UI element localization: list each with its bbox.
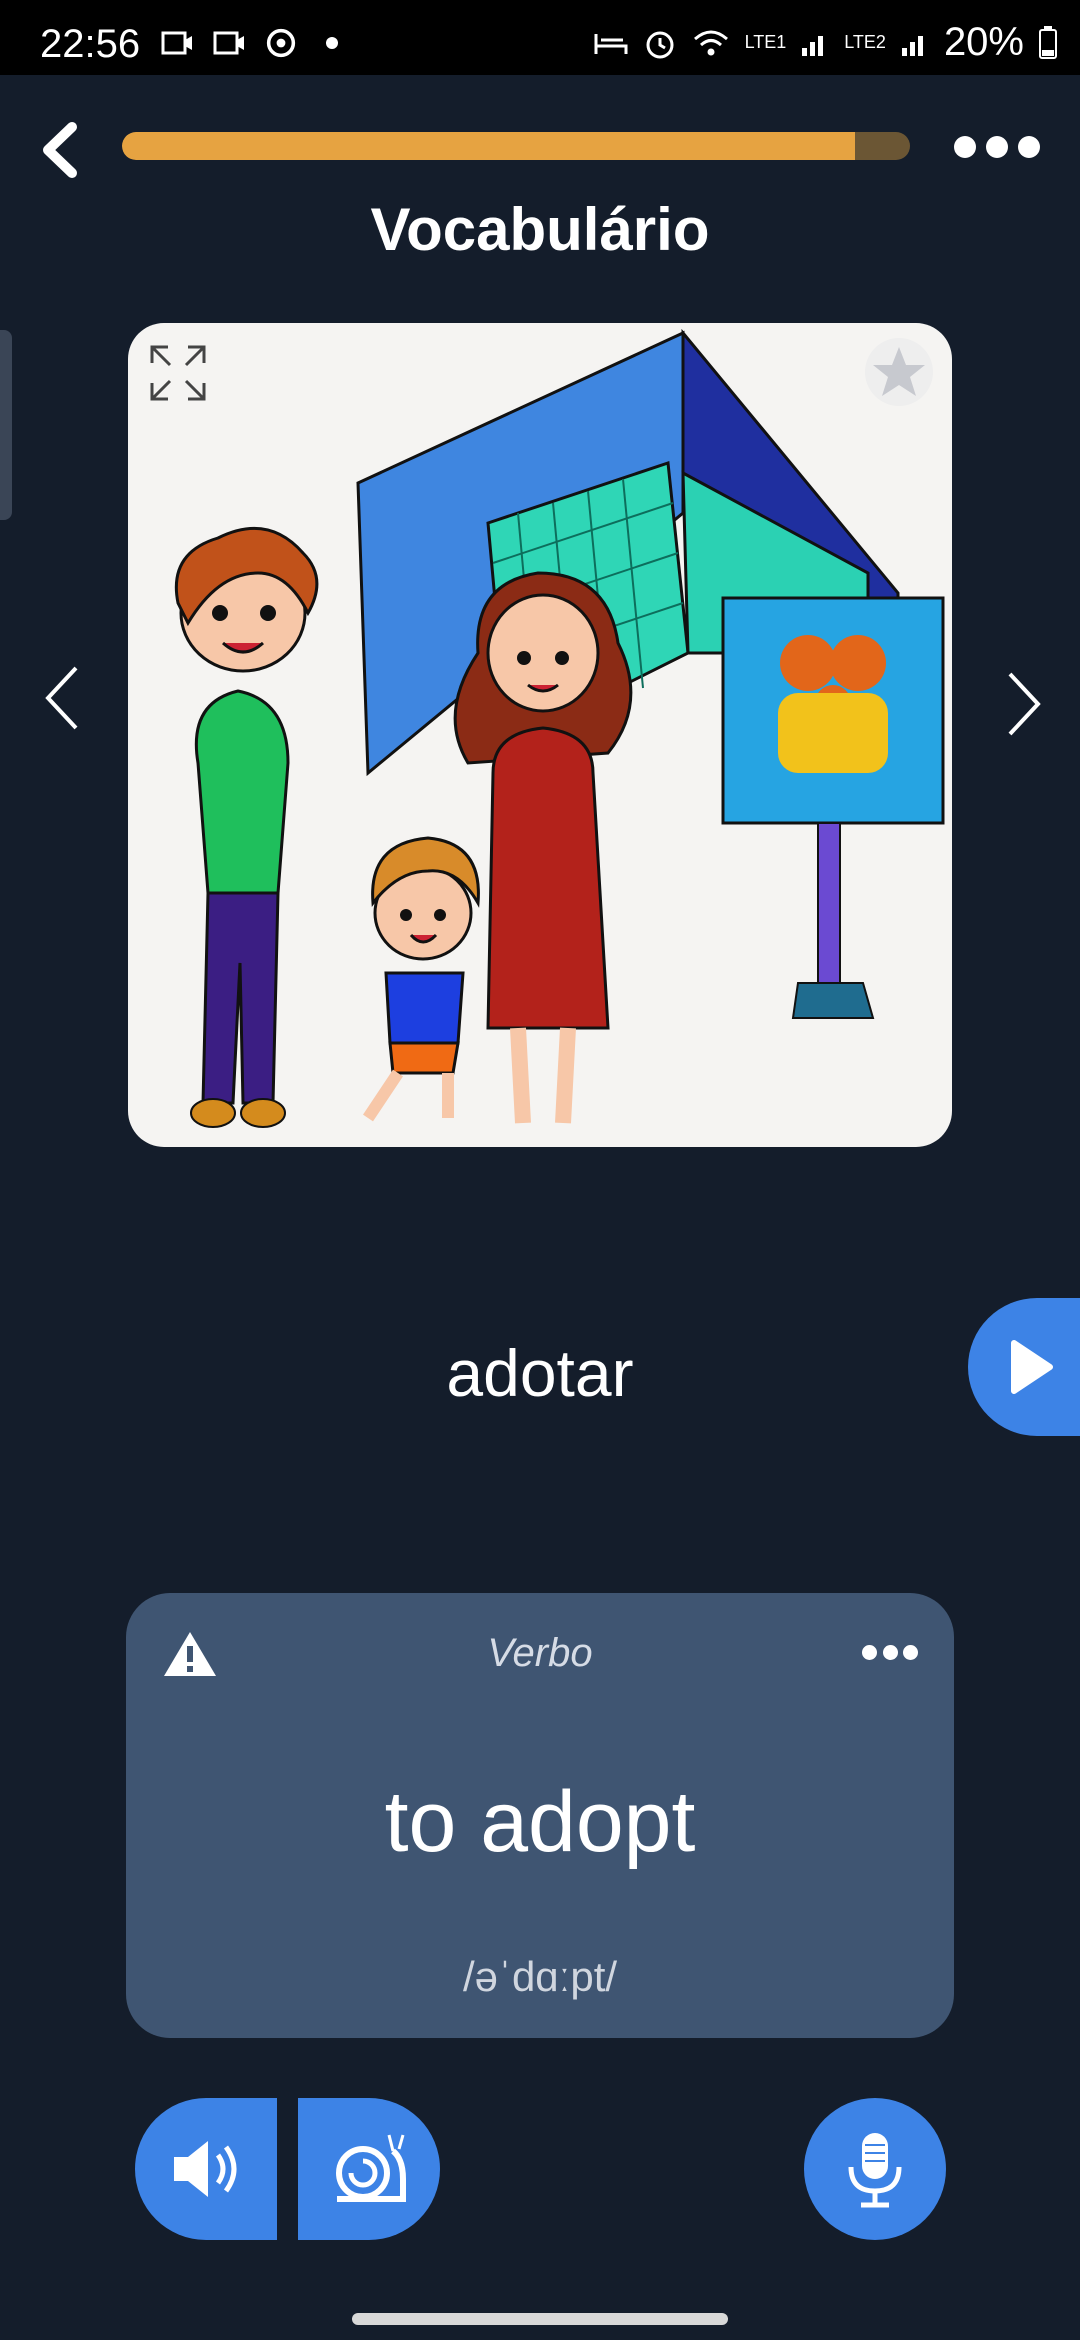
translation-text: to adopt bbox=[384, 1774, 696, 1870]
signal-icon bbox=[901, 35, 923, 56]
status-bar: 22:56 LTE1 LTE2 20% bbox=[0, 0, 1080, 75]
expand-icon[interactable] bbox=[146, 341, 210, 405]
more-dot bbox=[954, 136, 976, 158]
more-dot bbox=[903, 1645, 918, 1660]
network-label-1: LTE1 bbox=[744, 32, 787, 52]
page-title: Vocabulário bbox=[370, 196, 710, 263]
side-drawer-handle[interactable] bbox=[0, 330, 12, 520]
screen-record-icon bbox=[213, 31, 244, 55]
next-card-button[interactable] bbox=[998, 666, 1048, 742]
play-slow-audio-button[interactable] bbox=[298, 2098, 440, 2240]
back-button[interactable] bbox=[30, 115, 90, 185]
status-right: LTE1 LTE2 20% bbox=[593, 20, 1058, 65]
phonetic-transcription: /əˈdɑːpt/ bbox=[462, 1953, 618, 2000]
card-more-options-button[interactable] bbox=[862, 1645, 918, 1663]
microphone-icon bbox=[848, 2133, 902, 2208]
play-icon bbox=[1011, 1340, 1053, 1394]
translation-card: Verbo to adopt /əˈdɑːpt/ bbox=[126, 1593, 954, 2038]
vocabulary-image-card bbox=[128, 323, 952, 1147]
more-dot bbox=[862, 1645, 877, 1660]
record-pronunciation-button[interactable] bbox=[804, 2098, 946, 2240]
notification-dot-icon bbox=[326, 37, 338, 49]
lesson-progress-bar bbox=[122, 132, 910, 160]
more-dot bbox=[882, 1645, 898, 1660]
snail-icon bbox=[336, 2134, 406, 2202]
battery-percent: 20% bbox=[943, 20, 1024, 64]
star-icon[interactable] bbox=[864, 337, 934, 407]
status-notification-icons bbox=[160, 28, 338, 58]
play-audio-button[interactable] bbox=[135, 2098, 277, 2240]
more-dot bbox=[986, 136, 1008, 158]
alarm-icon bbox=[646, 31, 674, 58]
more-dot bbox=[1018, 136, 1040, 158]
status-time: 22:56 bbox=[40, 22, 141, 66]
previous-card-button[interactable] bbox=[38, 660, 88, 736]
battery-icon bbox=[1039, 25, 1057, 59]
sleep-mode-icon bbox=[594, 33, 628, 54]
progress-fill bbox=[122, 132, 855, 160]
vocabulary-illustration bbox=[174, 328, 945, 1128]
app-notification-icon bbox=[266, 28, 296, 58]
vocabulary-word: adotar bbox=[446, 1336, 634, 1410]
speaker-icon bbox=[174, 2141, 237, 2197]
network-label-2: LTE2 bbox=[844, 32, 886, 52]
part-of-speech-label: Verbo bbox=[487, 1631, 593, 1675]
play-button[interactable] bbox=[968, 1298, 1080, 1436]
signal-icon bbox=[802, 35, 824, 56]
screen-record-icon bbox=[161, 31, 192, 55]
wifi-icon bbox=[693, 30, 728, 55]
more-options-button[interactable] bbox=[954, 130, 1040, 164]
home-indicator[interactable] bbox=[352, 2313, 728, 2325]
